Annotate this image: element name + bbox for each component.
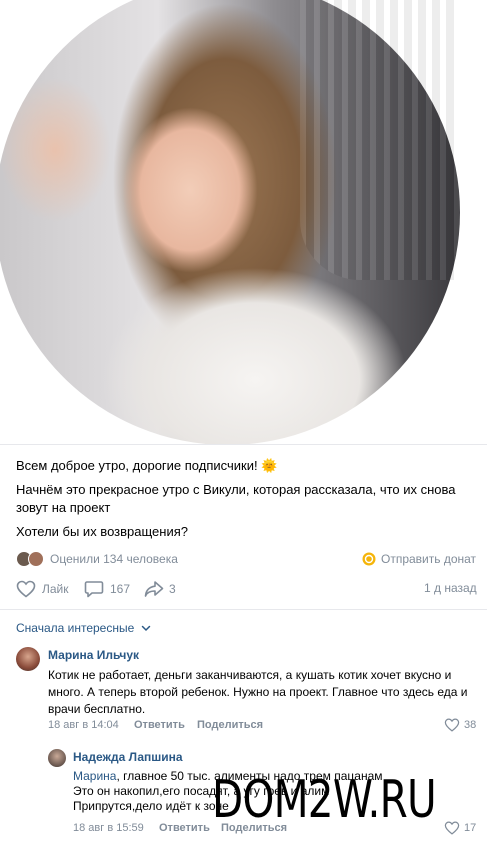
comment-date[interactable]: 18 авг в 14:04	[48, 719, 119, 731]
chevron-down-icon	[142, 625, 151, 632]
shares-count: 3	[169, 582, 176, 596]
sort-dropdown[interactable]: Сначала интересные	[16, 620, 152, 636]
reply-author[interactable]: Надежда Лапшина	[73, 750, 183, 764]
actions-divider	[0, 609, 487, 610]
share-arrow-icon	[144, 581, 164, 597]
heart-icon	[444, 718, 460, 732]
background-curtain	[300, 0, 460, 280]
sun-emoji-icon: 🌞	[261, 458, 278, 473]
donate-label: Отправить донат	[381, 552, 477, 566]
photo-divider	[0, 444, 487, 445]
reply-reply-button[interactable]: Ответить	[159, 822, 210, 834]
post-text-line2: Начнём это прекрасное утро с Викули, кот…	[16, 482, 456, 515]
rater-avatar	[28, 551, 44, 567]
coin-icon	[362, 552, 376, 566]
heart-icon	[444, 821, 460, 835]
like-label: Лайк	[42, 582, 69, 596]
reply-like-count: 17	[464, 822, 477, 834]
comment-like-button[interactable]: 38	[444, 717, 476, 733]
comments-count: 167	[110, 582, 131, 596]
post-time[interactable]: 1 д назад	[424, 581, 477, 595]
share-button[interactable]: 3	[144, 578, 176, 600]
heart-icon	[16, 580, 36, 598]
reply-like-button[interactable]: 17	[444, 820, 476, 836]
sort-label: Сначала интересные	[16, 621, 135, 635]
post-text-line3: Хотели бы их возвращения?	[16, 524, 188, 539]
comment-text: Котик не работает, деньги заканчиваются,…	[48, 668, 468, 716]
ratings-row[interactable]: Оценили 134 человека	[16, 551, 178, 567]
avatar[interactable]	[16, 647, 40, 671]
like-button[interactable]: Лайк	[16, 578, 69, 600]
donate-button[interactable]: Отправить донат	[362, 551, 476, 567]
reply-date[interactable]: 18 авг в 15:59	[73, 822, 144, 834]
post-photo[interactable]	[0, 0, 487, 444]
watermark-text: DOM2W.RU	[212, 770, 437, 830]
mention-link[interactable]: Марина	[73, 769, 116, 783]
ratings-text: Оценили 134 человека	[50, 552, 178, 566]
avatar[interactable]	[48, 749, 66, 767]
comment-icon	[84, 581, 104, 598]
post-text-line1: Всем доброе утро, дорогие подписчики! 🌞	[16, 458, 278, 473]
comment-like-count: 38	[464, 719, 477, 731]
comment-author[interactable]: Марина Ильчук	[48, 648, 139, 662]
share-comment-button[interactable]: Поделиться	[197, 719, 263, 731]
reply-button[interactable]: Ответить	[134, 719, 185, 731]
comments-button[interactable]: 167	[84, 578, 130, 600]
